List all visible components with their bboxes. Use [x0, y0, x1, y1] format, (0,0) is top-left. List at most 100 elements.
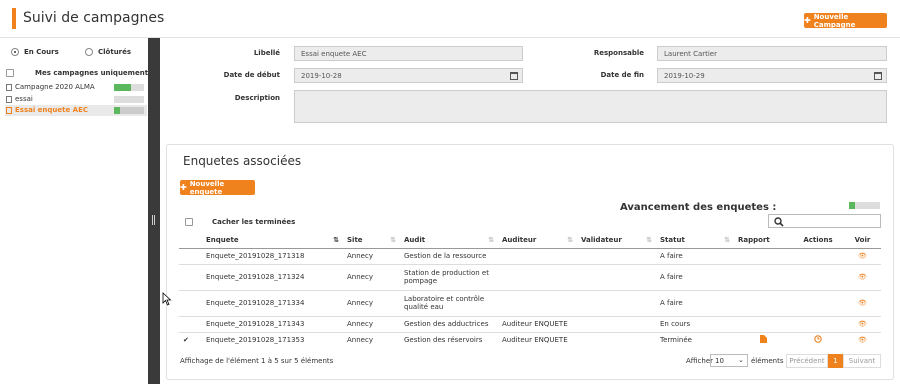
table-row[interactable]: ✔ Enquete_20191028_171353 Annecy Gestion… [179, 331, 881, 348]
col-auditeur-label: Auditeur [502, 235, 537, 244]
cell-actions [792, 315, 844, 332]
cell-actions [792, 247, 844, 264]
file-icon[interactable] [759, 335, 767, 344]
calendar-icon[interactable] [510, 72, 518, 80]
cell-auditeur: Auditeur ENQUETE [498, 315, 577, 332]
table-row[interactable]: Enquete_20191028_171324 Annecy Station d… [179, 263, 881, 290]
cell-audit: Gestion des réservoirs [400, 331, 498, 348]
date-fin-field[interactable]: 2019-10-29 [657, 68, 887, 83]
page-size-label: Afficher [686, 357, 714, 365]
mine-only-label: Mes campagnes uniquement [35, 69, 149, 77]
table-row[interactable]: Enquete_20191028_171334 Annecy Laboratoi… [179, 289, 881, 316]
splitter-grip-icon[interactable] [152, 215, 155, 225]
col-statut[interactable]: Statut ⇅ [656, 232, 734, 249]
col-auditeur[interactable]: Auditeur ⇅ [498, 232, 577, 249]
cell-enquete: Enquete_20191028_171318 [202, 247, 343, 264]
radio-clotures[interactable] [85, 48, 93, 56]
col-rapport-label: Rapport [738, 235, 770, 244]
cell-audit: Gestion de la ressource [400, 247, 498, 264]
eye-icon[interactable]: 👁 [844, 289, 881, 316]
sort-icon: ⇅ [390, 236, 396, 244]
eye-icon[interactable]: 👁 [844, 247, 881, 264]
col-audit[interactable]: Audit ⇅ [400, 232, 498, 249]
title-accent-bar [12, 8, 16, 29]
col-statut-label: Statut [660, 235, 685, 244]
new-campaign-button[interactable]: ✚ Nouvelle Campagne [804, 13, 887, 29]
col-validateur[interactable]: Validateur ⇅ [577, 232, 656, 249]
eye-icon[interactable]: 👁 [844, 331, 881, 348]
col-enquete[interactable]: Enquete ⇅ [202, 232, 343, 249]
campaign-progress [114, 107, 144, 114]
panel-title: Enquetes associées [183, 154, 302, 168]
cell-statut: Terminée [656, 331, 734, 348]
cell-validateur [577, 315, 656, 332]
table-header-row: Enquete ⇅ Site ⇅ Audit ⇅ Auditeur ⇅ Validate… [179, 232, 881, 249]
col-check [179, 232, 202, 249]
col-rapport: Rapport [734, 232, 792, 249]
elements-label: éléments [751, 357, 784, 365]
radio-en-cours[interactable] [11, 48, 19, 56]
description-textarea[interactable] [294, 90, 887, 123]
cell-rapport[interactable] [734, 331, 792, 348]
date-debut-field[interactable]: 2019-10-28 [294, 68, 523, 83]
campaign-name: Campagne 2020 ALMA [15, 83, 95, 91]
avancement-progress-fill [849, 202, 856, 209]
libelle-field[interactable]: Essai enquete AEC [294, 46, 523, 61]
mine-only-checkbox[interactable] [6, 69, 14, 77]
sort-icon: ⇅ [646, 236, 652, 244]
eye-icon[interactable]: 👁 [844, 315, 881, 332]
table-row[interactable]: Enquete_20191028_171343 Annecy Gestion d… [179, 315, 881, 332]
cell-enquete: Enquete_20191028_171353 [202, 331, 343, 348]
cell-validateur [577, 263, 656, 290]
table-row[interactable]: Enquete_20191028_171318 Annecy Gestion d… [179, 247, 881, 264]
cell-statut: A faire [656, 247, 734, 264]
new-enquete-button[interactable]: ✚ Nouvelle enquete [180, 179, 255, 196]
page-title: Suivi de campagnes [23, 10, 165, 26]
cell-auditeur [498, 263, 577, 290]
cell-validateur [577, 331, 656, 348]
sort-icon: ⇅ [567, 236, 573, 244]
prev-page-button[interactable]: Précédent [786, 354, 828, 368]
col-actions-label: Actions [803, 235, 833, 244]
page-size-select[interactable]: 10 ⌄ [710, 354, 748, 367]
campaign-item[interactable]: essai [5, 94, 147, 105]
clock-icon[interactable] [814, 335, 822, 344]
cell-enquete: Enquete_20191028_171334 [202, 289, 343, 316]
campaign-item[interactable]: Campagne 2020 ALMA [5, 82, 147, 93]
col-site-label: Site [347, 235, 363, 244]
page-1-button[interactable]: 1 [828, 354, 843, 368]
cell-actions[interactable] [792, 331, 844, 348]
cell-statut: En cours [656, 315, 734, 332]
sidebar-splitter[interactable] [148, 38, 160, 384]
mouse-cursor-icon [162, 292, 172, 306]
col-enquete-label: Enquete [206, 235, 239, 244]
cell-statut: A faire [656, 289, 734, 316]
campaign-item-selected[interactable]: Essai enquete AEC [5, 105, 147, 116]
campaign-progress-fill [114, 84, 131, 91]
col-site[interactable]: Site ⇅ [343, 232, 400, 249]
avancement-progress [849, 202, 880, 209]
responsable-label: Responsable [593, 49, 644, 57]
row-check [179, 289, 202, 316]
sort-icon: ⇅ [333, 236, 339, 244]
avancement-label: Avancement des enquetes : [620, 202, 777, 213]
eye-icon[interactable]: 👁 [844, 263, 881, 290]
enquetes-table: Enquete ⇅ Site ⇅ Audit ⇅ Auditeur ⇅ Validate… [179, 232, 881, 348]
cell-enquete: Enquete_20191028_171324 [202, 263, 343, 290]
cell-rapport [734, 247, 792, 264]
campaign-progress [114, 96, 144, 103]
calendar-icon[interactable] [874, 72, 882, 80]
date-debut-label: Date de début [223, 71, 280, 79]
col-voir-label: Voir [854, 235, 871, 244]
responsable-field[interactable]: Laurent Cartier [657, 46, 887, 61]
date-fin-label: Date de fin [600, 71, 644, 79]
new-enquete-label: Nouvelle enquete [189, 179, 225, 196]
cell-site: Annecy [343, 263, 400, 290]
cell-site: Annecy [343, 331, 400, 348]
col-voir: Voir [844, 232, 881, 249]
search-input[interactable] [768, 214, 881, 228]
cell-enquete: Enquete_20191028_171343 [202, 315, 343, 332]
cell-site: Annecy [343, 289, 400, 316]
hide-done-checkbox[interactable] [185, 218, 193, 226]
next-page-button[interactable]: Suivant [843, 354, 881, 368]
